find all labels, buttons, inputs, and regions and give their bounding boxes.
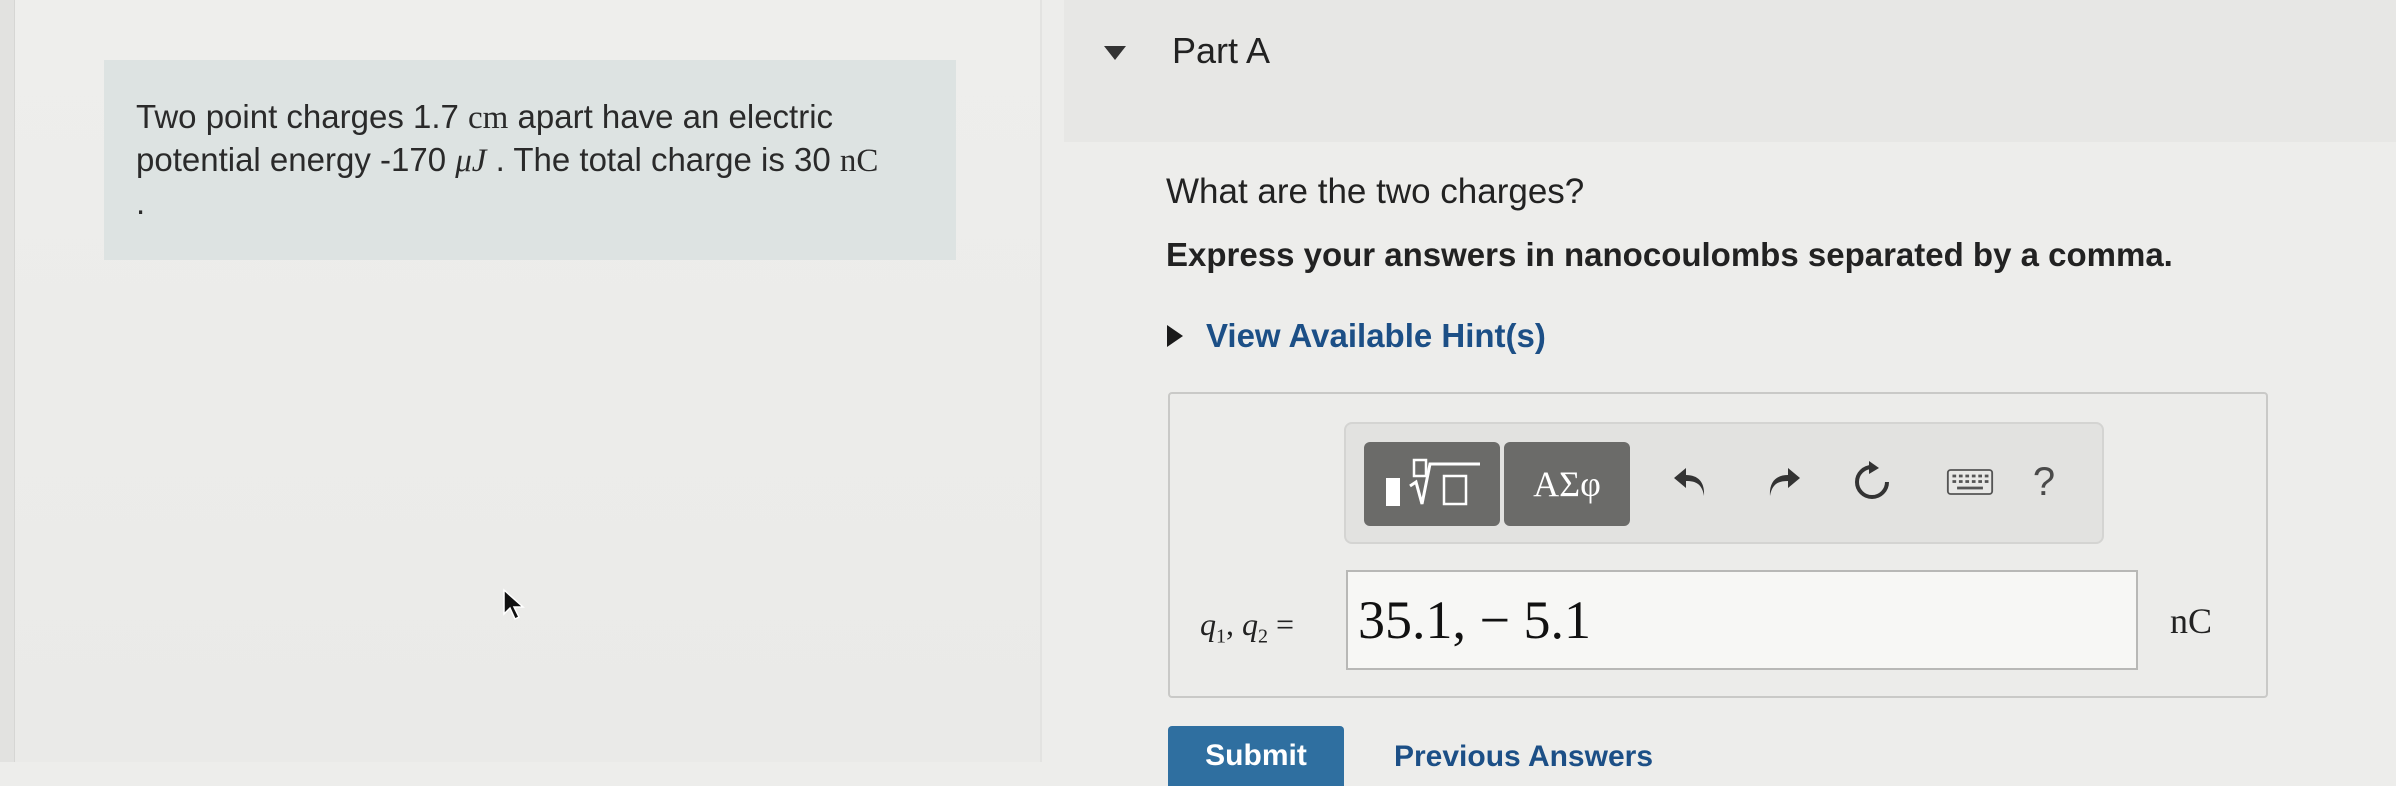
question-text: What are the two charges? bbox=[1166, 172, 1585, 211]
symbols-button[interactable]: ΑΣφ bbox=[1504, 442, 1630, 526]
view-hints-link[interactable]: View Available Hint(s) bbox=[1164, 316, 1546, 356]
redo-icon[interactable] bbox=[1758, 458, 1806, 506]
fraction-root-icon bbox=[1386, 458, 1480, 506]
problem-pane: Two point charges 1.7 cm apart have an e… bbox=[0, 0, 1040, 762]
submit-button[interactable]: Submit bbox=[1168, 726, 1344, 786]
templates-button[interactable] bbox=[1364, 442, 1500, 526]
variables-label: q1, q2 = bbox=[1200, 606, 1295, 648]
pane-edge bbox=[0, 0, 15, 762]
instruction-text: Express your answers in nanocoulombs sep… bbox=[1166, 236, 2173, 273]
answer-input[interactable]: 35.1, − 5.1 bbox=[1346, 570, 2138, 670]
equals-sign: = bbox=[1276, 606, 1295, 642]
collapse-triangle-icon[interactable] bbox=[1100, 38, 1130, 68]
var-sub1: 1 bbox=[1216, 625, 1226, 648]
problem-statement-box: Two point charges 1.7 cm apart have an e… bbox=[104, 60, 956, 260]
var-sub2: 2 bbox=[1258, 625, 1268, 648]
unit-label: nC bbox=[2170, 601, 2213, 641]
previous-answers-link[interactable]: Previous Answers bbox=[1394, 740, 1653, 774]
answer-panel: ΑΣφ ? q1, q2 = 35.1, − 5.1 nC bbox=[1168, 392, 2268, 698]
undo-icon[interactable] bbox=[1668, 458, 1716, 506]
pane-divider bbox=[1040, 0, 1042, 762]
reset-icon[interactable] bbox=[1848, 458, 1896, 506]
var-q2: q bbox=[1242, 606, 1258, 642]
help-button[interactable]: ? bbox=[2020, 458, 2068, 506]
problem-text-4: . bbox=[136, 184, 146, 221]
math-toolbar: ΑΣφ ? bbox=[1344, 422, 2104, 544]
hint-label: View Available Hint(s) bbox=[1206, 317, 1546, 354]
problem-statement: Two point charges 1.7 cm apart have an e… bbox=[136, 96, 896, 224]
problem-text-1: Two point charges 1.7 bbox=[136, 98, 469, 135]
play-triangle-icon bbox=[1167, 325, 1183, 347]
unit-cm: cm bbox=[468, 100, 509, 136]
problem-text-3: . The total charge is 30 bbox=[486, 141, 840, 178]
unit-microjoule: μJ bbox=[455, 143, 487, 179]
keyboard-icon[interactable] bbox=[1946, 458, 1994, 506]
mouse-cursor-icon bbox=[503, 588, 525, 621]
unit-nanocoulomb: nC bbox=[839, 143, 879, 179]
var-q1: q bbox=[1200, 606, 1216, 642]
part-title: Part A bbox=[1172, 30, 1271, 71]
